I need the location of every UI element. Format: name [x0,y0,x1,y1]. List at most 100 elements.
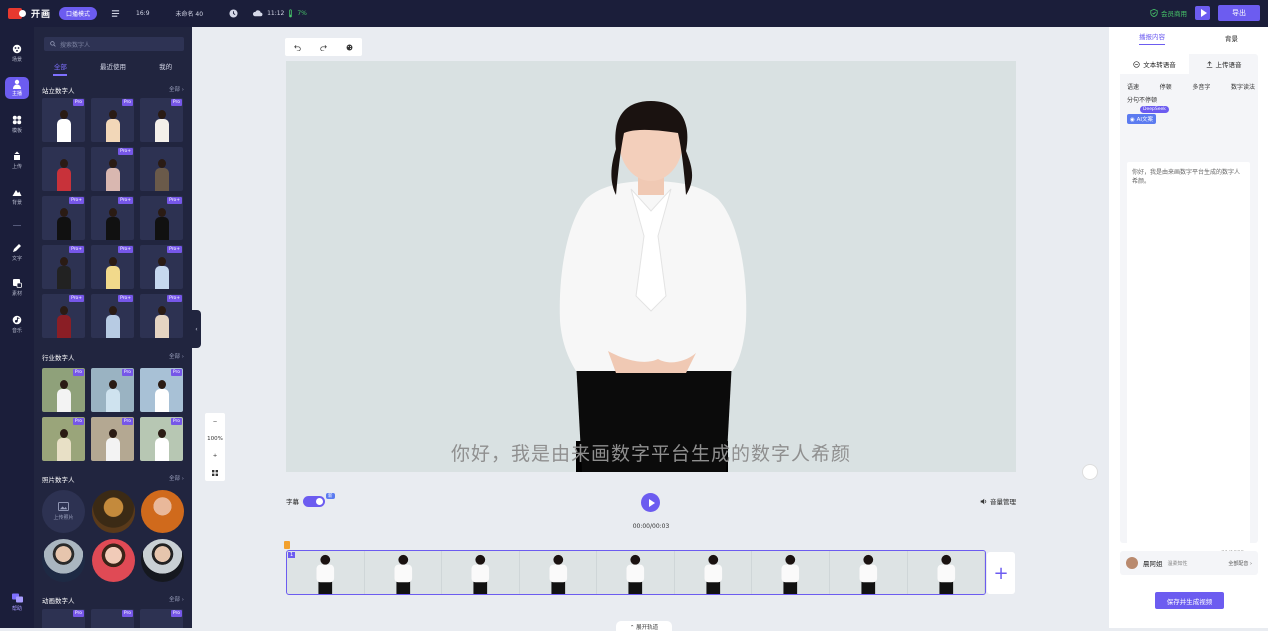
section-more-link[interactable]: 全部 › [169,474,184,484]
floating-help-button[interactable] [1082,464,1098,480]
rail-item-scene[interactable]: 场景 [0,44,34,63]
tab-mine[interactable]: 我的 [139,61,192,75]
aspect-ratio[interactable]: 16:9 [136,10,149,17]
photo-avatar-mona-lisa[interactable] [92,490,135,533]
avatar-figure [104,427,122,461]
chip-polyphone[interactable]: 多音字 [1192,82,1210,91]
zoom-out-button[interactable]: − [213,419,218,425]
add-segment-button[interactable]: + [987,552,1015,594]
rail-item-material[interactable]: 素材 [0,278,34,297]
chip-speed[interactable]: 语速 [1127,82,1139,91]
avatar-card[interactable]: Pro [42,98,85,142]
section-more-link[interactable]: 全部 › [169,352,184,362]
industry-avatar-card[interactable]: Pro [91,417,134,461]
industry-avatar-card[interactable]: Pro [140,368,183,412]
all-voices-link[interactable]: 全部配音 › [1228,560,1252,567]
expand-track-button[interactable]: ⌃ 展开轨道 [616,621,672,631]
section-more-link[interactable]: 全部 › [169,595,184,605]
avatar-card[interactable]: Pro+ [91,196,134,240]
document-name[interactable]: 未命名 40 [176,9,204,18]
pro-tag: Pro [170,610,182,617]
avatar-card[interactable]: Pro+ [140,196,183,240]
no-pause-option[interactable]: 分句不停顿 [1127,95,1157,104]
animated-avatar-card[interactable]: Pro [91,609,134,628]
play-button[interactable] [641,493,660,512]
photo-avatar-man-black[interactable] [141,539,184,582]
animated-avatar-card[interactable]: Pro [140,609,183,628]
avatar-card[interactable]: Pro+ [140,294,183,338]
zoom-in-button[interactable]: + [213,453,218,459]
pro-tag: Pro+ [167,197,182,204]
photo-avatar-monk[interactable] [141,490,184,533]
chip-number-reading[interactable]: 数字读法 [1231,82,1255,91]
pro-tag: Pro [121,369,133,376]
avatar-card[interactable]: Pro+ [42,245,85,289]
rail-item-template[interactable]: 模板 [0,115,34,134]
rail-item-text[interactable]: 文字 [0,243,34,262]
avatar-card[interactable]: Pro+ [42,294,85,338]
playhead-marker[interactable] [284,541,290,549]
section-more-link[interactable]: 全部 › [169,85,184,95]
undo-icon[interactable] [294,44,301,51]
rail-item-help[interactable]: 帮助 [0,593,34,612]
export-button[interactable]: 导出 [1218,5,1260,21]
collapse-panel-handle[interactable]: ‹ [192,310,201,348]
avatar-card[interactable] [42,147,85,191]
tab-upload-voice[interactable]: 上传语音 [1189,54,1258,74]
tab-broadcast-content[interactable]: 播报内容 [1139,31,1165,45]
volume-manager-button[interactable]: 音量管理 [980,496,1016,506]
industry-avatar-card[interactable]: Pro [91,368,134,412]
expand-label: 展开轨道 [636,625,659,631]
chip-pause[interactable]: 停顿 [1160,82,1172,91]
rail-label: 音乐 [11,328,22,334]
tab-recent[interactable]: 最近使用 [87,61,140,75]
rail-item-music[interactable]: 音乐 [0,315,34,334]
grid-view-icon[interactable] [212,469,218,476]
search-placeholder: 搜索数字人 [60,41,91,49]
palette-icon[interactable] [346,44,353,51]
photo-avatar-woman-red[interactable] [92,539,135,582]
pro-tag: Pro [170,418,182,425]
digital-human-presenter[interactable] [286,61,1016,472]
rail-item-upload[interactable]: 上传 [0,151,34,170]
vip-label: 会员商用 [1161,10,1187,18]
avatar-card[interactable]: Pro [140,98,183,142]
vip-commercial-badge[interactable]: 会员商用 [1150,8,1187,18]
tab-background[interactable]: 背景 [1225,33,1238,43]
pro-tag: Pro [121,99,133,106]
avatar-card[interactable]: Pro+ [91,294,134,338]
redo-icon[interactable] [320,44,327,51]
caption-text[interactable]: 你好，我是由来画数字平台生成的数字人希颜 [286,439,1016,466]
ai-copy-button[interactable]: ◉ AI文案 [1127,114,1156,124]
avatar-card[interactable]: Pro+ [91,147,134,191]
menu-icon[interactable] [111,9,120,18]
script-textarea[interactable]: 你好，我是由来画数字平台生成的数字人希颜。 21/1000 [1127,162,1250,562]
tab-all[interactable]: 全部 [34,61,87,75]
avatar-card[interactable]: Pro+ [140,245,183,289]
tab-text-to-speech[interactable]: 文本转语音 [1120,54,1189,74]
avatar-card[interactable]: Pro+ [91,245,134,289]
save-and-generate-button[interactable]: 保存并生成视频 [1155,592,1224,609]
mode-pill[interactable]: 口播模式 [59,7,98,20]
section-title: 动画数字人 [42,597,75,605]
industry-avatar-card[interactable]: Pro [42,368,85,412]
photo-avatar-man-suit[interactable] [42,539,85,582]
animated-avatar-card[interactable]: Pro [42,609,85,628]
video-stage[interactable]: 你好，我是由来画数字平台生成的数字人希颜 [286,61,1016,472]
history-icon[interactable] [229,9,238,18]
voice-selector[interactable]: 晨阿姐 温柔知性 全部配音 › [1120,551,1258,575]
industry-avatar-card[interactable]: Pro [42,417,85,461]
avatar-card[interactable]: Pro [91,98,134,142]
search-input[interactable]: 搜索数字人 [44,37,184,51]
rail-item-background[interactable]: 背景 [0,187,34,206]
industry-avatar-card[interactable]: Pro [140,417,183,461]
avatar-card[interactable] [140,147,183,191]
preview-play-button[interactable] [1195,6,1210,20]
caption-toggle[interactable] [303,496,325,507]
avatar-card[interactable]: Pro+ [42,196,85,240]
avatar-figure [153,304,171,338]
timeline-track[interactable]: 1 [286,550,986,595]
upload-photo-button[interactable]: 上传照片 [42,490,85,533]
tab-label: 上传语音 [1215,61,1242,69]
rail-item-anchor[interactable]: 主播 [0,77,34,99]
